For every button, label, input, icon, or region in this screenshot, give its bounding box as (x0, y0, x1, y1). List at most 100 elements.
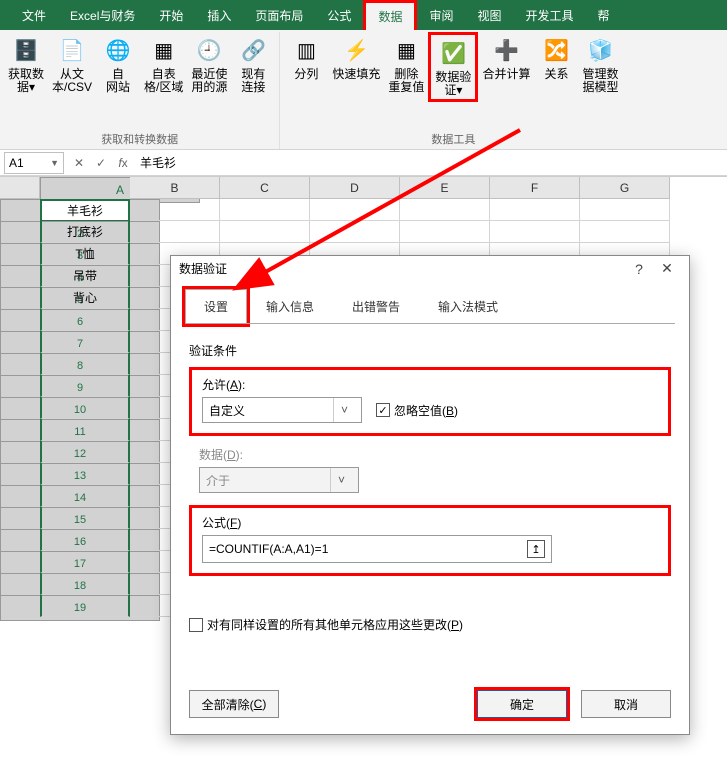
fx-icon[interactable]: fx (112, 156, 134, 170)
dialog-tab-input-message[interactable]: 输入信息 (247, 289, 333, 324)
enter-formula-icon[interactable]: ✓ (90, 156, 112, 170)
col-header-F[interactable]: F (490, 177, 580, 199)
cell-A14[interactable] (40, 485, 130, 507)
col-header-G[interactable]: G (580, 177, 670, 199)
range-selector-icon[interactable]: ↥ (527, 540, 545, 558)
ribbon-tabs: 文件 Excel与财务 开始 插入 页面布局 公式 数据 审阅 视图 开发工具 … (0, 0, 727, 30)
cell-A19[interactable] (40, 595, 130, 617)
get-data-button[interactable]: 🗄️ 获取数 据▾ (4, 32, 48, 96)
relationships-button[interactable]: 🔀 关系 (534, 32, 578, 83)
dialog-title: 数据验证 (179, 260, 625, 277)
from-csv-button[interactable]: 📄 从文 本/CSV (48, 32, 96, 96)
data-label: 数据(D): (199, 446, 671, 463)
tab-help[interactable]: 帮 (586, 0, 622, 30)
cell-A6[interactable] (40, 309, 130, 331)
tab-developer[interactable]: 开发工具 (513, 0, 585, 30)
from-table-button[interactable]: ▦ 自表 格/区域 (140, 32, 187, 96)
ok-button[interactable]: 确定 (477, 690, 567, 718)
col-header-C[interactable]: C (220, 177, 310, 199)
tab-home[interactable]: 开始 (147, 0, 195, 30)
dialog-help-icon[interactable]: ? (625, 261, 653, 277)
cell-C2[interactable] (220, 221, 310, 243)
dialog-tab-ime-mode[interactable]: 输入法模式 (419, 289, 517, 324)
flash-fill-label: 快速填充 (332, 68, 380, 81)
cell-C1[interactable] (220, 199, 310, 221)
tab-insert[interactable]: 插入 (195, 0, 243, 30)
cancel-formula-icon[interactable]: ✕ (68, 156, 90, 170)
tab-excel-finance[interactable]: Excel与财务 (58, 0, 147, 30)
select-all-corner[interactable] (0, 177, 40, 199)
group-label-get-transform: 获取和转换数据 (101, 129, 178, 147)
manage-data-model-icon: 🧊 (584, 34, 616, 66)
cell-B1[interactable] (130, 199, 220, 221)
cell-G2[interactable] (580, 221, 670, 243)
cell-A11[interactable] (40, 419, 130, 441)
apply-all-checkbox[interactable]: 对有同样设置的所有其他单元格应用这些更改(P) (189, 616, 671, 633)
cell-A12[interactable] (40, 441, 130, 463)
cell-A4[interactable]: 吊带 (40, 265, 130, 287)
cancel-button[interactable]: 取消 (581, 690, 671, 718)
consolidate-label: 合并计算 (482, 68, 530, 81)
col-header-E[interactable]: E (400, 177, 490, 199)
cell-A8[interactable] (40, 353, 130, 375)
formula-input[interactable] (134, 152, 727, 174)
existing-conn-button[interactable]: 🔗 现有 连接 (231, 32, 275, 96)
data-validation-dialog: 数据验证 ? ✕ 设置 输入信息 出错警告 输入法模式 验证条件 允许(A): … (170, 255, 690, 735)
consolidate-button[interactable]: ➕ 合并计算 (478, 32, 534, 83)
cell-A1[interactable]: 羊毛衫 (40, 199, 130, 221)
cell-A2[interactable]: 打底衫 (40, 221, 130, 243)
cell-E1[interactable] (400, 199, 490, 221)
tab-page-layout[interactable]: 页面布局 (243, 0, 315, 30)
checkbox-icon (189, 618, 203, 632)
tab-review[interactable]: 审阅 (417, 0, 465, 30)
remove-duplicates-button[interactable]: ▦ 删除 重复值 (384, 32, 428, 96)
cell-A17[interactable] (40, 551, 130, 573)
ignore-blank-checkbox[interactable]: ✓ 忽略空值(B) (376, 402, 458, 419)
manage-data-model-button[interactable]: 🧊 管理数 据模型 (578, 32, 622, 96)
cell-E2[interactable] (400, 221, 490, 243)
name-box[interactable]: A1 ▼ (4, 152, 64, 174)
cell-F1[interactable] (490, 199, 580, 221)
remove-duplicates-label: 删除 重复值 (388, 68, 424, 94)
cell-D1[interactable] (310, 199, 400, 221)
cell-G1[interactable] (580, 199, 670, 221)
text-to-columns-button[interactable]: ▥ 分列 (284, 32, 328, 83)
data-validation-button[interactable]: ✅ 数据验 证▾ (428, 32, 478, 102)
from-web-label: 自 网站 (106, 68, 130, 94)
cell-F2[interactable] (490, 221, 580, 243)
allow-dropdown[interactable]: 自定义 ˅ (202, 397, 362, 423)
dialog-footer: 全部清除(C) 确定 取消 (171, 680, 689, 734)
cell-A18[interactable] (40, 573, 130, 595)
dialog-tab-settings[interactable]: 设置 (185, 289, 247, 324)
formula-group: 公式(F) =COUNTIF(A:A,A1)=1 ↥ (189, 505, 671, 576)
cell-A10[interactable] (40, 397, 130, 419)
formula-field[interactable]: =COUNTIF(A:A,A1)=1 ↥ (202, 535, 552, 563)
tab-file[interactable]: 文件 (10, 0, 58, 30)
tab-data[interactable]: 数据 (363, 0, 417, 30)
cell-A5[interactable]: 背心 (40, 287, 130, 309)
cell-D2[interactable] (310, 221, 400, 243)
cell-B2[interactable] (130, 221, 220, 243)
recent-sources-button[interactable]: 🕘 最近使 用的源 (187, 32, 231, 96)
cell-A16[interactable] (40, 529, 130, 551)
dialog-tab-error-alert[interactable]: 出错警告 (333, 289, 419, 324)
cell-A15[interactable] (40, 507, 130, 529)
formula-label: 公式(F) (202, 514, 658, 531)
group-label-data-tools: 数据工具 (431, 129, 475, 147)
flash-fill-button[interactable]: ⚡ 快速填充 (328, 32, 384, 83)
cell-A3[interactable]: T恤 (40, 243, 130, 265)
remove-duplicates-icon: ▦ (390, 34, 422, 66)
col-header-B[interactable]: B (130, 177, 220, 199)
relationships-label: 关系 (544, 68, 568, 81)
clear-all-button[interactable]: 全部清除(C) (189, 690, 279, 718)
name-box-dropdown-icon[interactable]: ▼ (50, 158, 59, 168)
cell-A13[interactable] (40, 463, 130, 485)
dialog-close-icon[interactable]: ✕ (653, 260, 681, 277)
from-web-button[interactable]: 🌐 自 网站 (96, 32, 140, 96)
tab-view[interactable]: 视图 (465, 0, 513, 30)
cell-A7[interactable] (40, 331, 130, 353)
dialog-body: 验证条件 允许(A): 自定义 ˅ ✓ 忽略空值(B) 数据(D): 介于 ˅ (171, 324, 689, 680)
tab-formulas[interactable]: 公式 (315, 0, 363, 30)
cell-A9[interactable] (40, 375, 130, 397)
col-header-D[interactable]: D (310, 177, 400, 199)
